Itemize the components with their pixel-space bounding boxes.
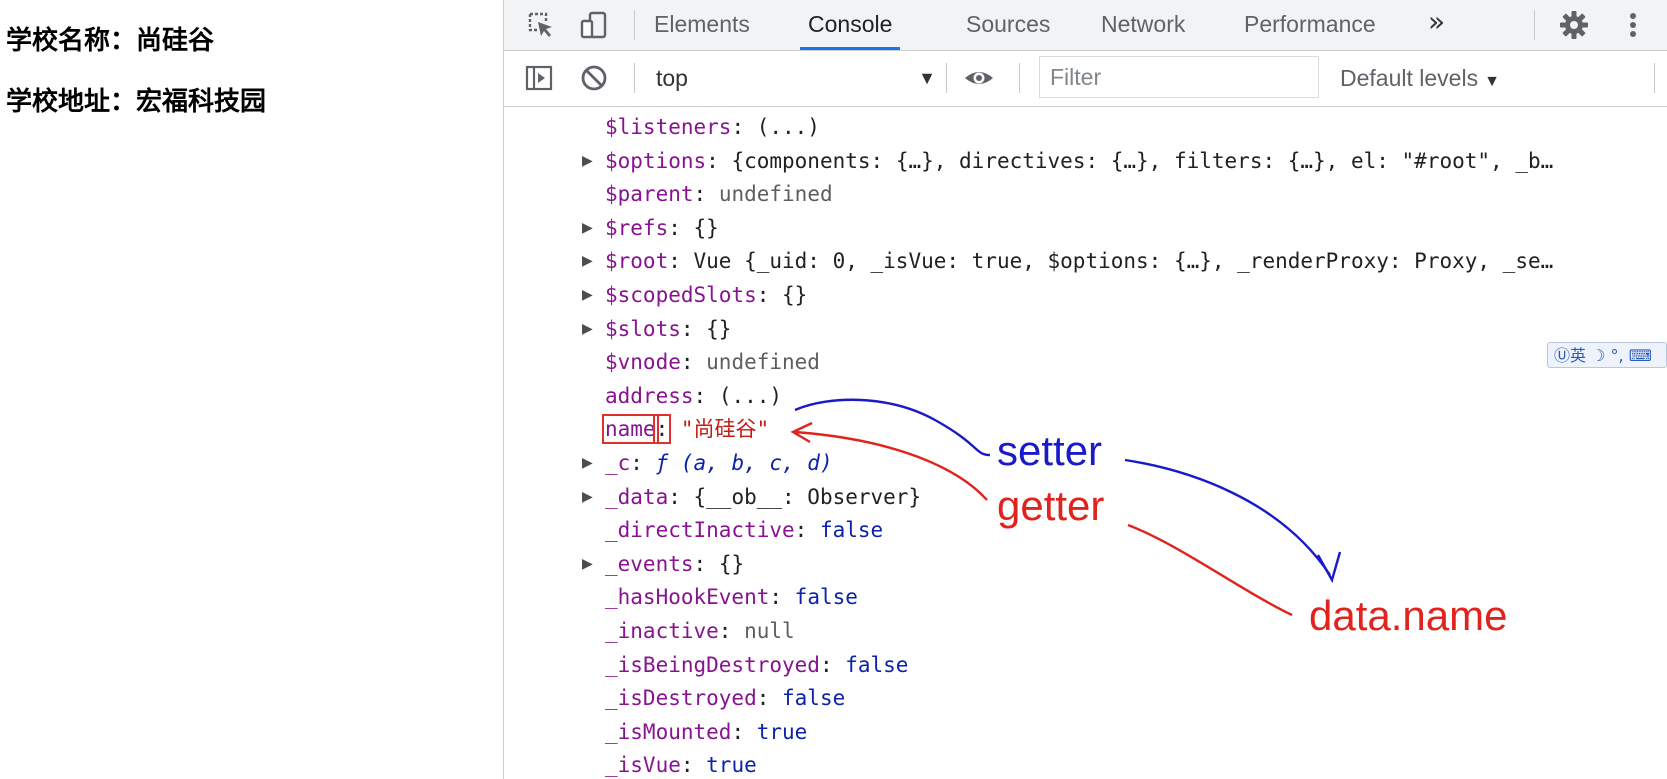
tab-console[interactable]: Console [799, 0, 901, 50]
toolbar-divider [946, 63, 947, 93]
expand-triangle-icon[interactable]: ▶ [582, 145, 593, 178]
property-value: {} [706, 316, 732, 341]
property-key: $slots [605, 316, 681, 341]
more-tabs-button[interactable]: » [1428, 0, 1445, 50]
property-key: _inactive [605, 619, 719, 643]
expand-triangle-icon[interactable]: ▶ [582, 481, 593, 514]
property-key: $refs [605, 215, 669, 240]
expand-triangle-icon[interactable]: ▶ [582, 212, 593, 245]
property-value: false [819, 518, 884, 543]
property-value: {} [693, 215, 719, 240]
property-key: _isMounted [605, 719, 732, 744]
inspect-element-icon[interactable] [524, 8, 558, 42]
log-levels-label: Default levels [1340, 65, 1479, 91]
tab-network[interactable]: Network [1097, 0, 1189, 50]
property-key: address [605, 383, 694, 408]
property-key-highlighted: name [602, 414, 659, 445]
property-value: undefined [718, 182, 833, 207]
property-value: false [794, 585, 858, 610]
property-value: undefined [706, 350, 820, 375]
execution-context-select[interactable]: top ▼ [656, 57, 946, 99]
property-key: _directInactive [605, 518, 795, 543]
toolbar-divider [1019, 63, 1020, 93]
expand-triangle-icon[interactable]: ▶ [582, 279, 593, 312]
property-key: $vnode [605, 350, 681, 375]
gear-icon[interactable] [1557, 8, 1591, 42]
property-key: $listeners [605, 115, 732, 139]
expand-triangle-icon[interactable]: ▶ [582, 548, 593, 581]
property-value: {__ob__: Observer} [693, 484, 922, 509]
data-name-annotation: data.name [1309, 592, 1508, 639]
dropdown-arrow-icon: ▼ [918, 68, 936, 88]
dropdown-arrow-icon: ▼ [1484, 73, 1500, 90]
property-key: _hasHookEvent [605, 585, 770, 610]
page-content: 学校名称：尚硅谷 学校地址：宏福科技园 [0, 0, 503, 779]
console-toolbar: top ▼ Default levels ▼ [504, 51, 1667, 107]
property-value[interactable]: (...) [757, 115, 820, 139]
kebab-menu-icon[interactable] [1616, 8, 1650, 42]
tab-elements[interactable]: Elements [650, 0, 754, 50]
log-levels-dropdown[interactable]: Default levels ▼ [1340, 57, 1500, 99]
setter-annotation: setter [997, 427, 1103, 474]
execution-context-value: top [656, 65, 688, 91]
property-value: {} [782, 283, 808, 307]
property-key: $options [605, 148, 707, 173]
devtools-tabbar: Elements Console Sources Network Perform… [504, 0, 1667, 51]
property-value: {} [718, 551, 745, 576]
ime-status-badge[interactable]: Ⓤ英 ☽ °, ⌨ [1547, 342, 1667, 368]
property-value: false [845, 652, 909, 677]
property-value: false [782, 686, 846, 711]
property-value[interactable]: (...) [719, 384, 782, 408]
property-value: ƒ (a, b, c, d) [655, 451, 833, 475]
property-key: _events [605, 551, 694, 576]
tab-performance[interactable]: Performance [1240, 0, 1380, 50]
show-sidebar-icon[interactable] [522, 61, 556, 95]
property-value: Vue {_uid: 0, _isVue: true, $options: {…… [693, 249, 1554, 274]
eye-icon[interactable] [962, 61, 996, 95]
property-key: $scopedSlots [605, 283, 757, 307]
property-value: true [756, 719, 808, 744]
devtools-panel: Elements Console Sources Network Perform… [503, 0, 1667, 779]
property-key: _data [605, 484, 669, 509]
property-value: {components: {…}, directives: {…}, filte… [731, 148, 1554, 173]
toolbar-divider [634, 63, 635, 93]
toolbar-divider [1534, 10, 1535, 40]
toolbar-divider [634, 10, 635, 40]
clear-console-icon[interactable] [577, 61, 611, 95]
school-address-text: 学校地址：宏福科技园 [6, 87, 267, 117]
property-key: _isBeingDestroyed [605, 652, 820, 677]
tab-sources[interactable]: Sources [962, 0, 1054, 50]
expand-triangle-icon[interactable]: ▶ [582, 447, 593, 480]
school-name-text: 学校名称：尚硅谷 [6, 26, 215, 56]
property-key: $parent [605, 182, 694, 207]
filter-input[interactable] [1039, 56, 1319, 98]
property-value: null [744, 619, 795, 643]
property-key: _c [605, 451, 631, 475]
toolbar-divider [1654, 63, 1655, 93]
property-key: _isDestroyed [605, 686, 757, 711]
expand-triangle-icon[interactable]: ▶ [582, 245, 593, 278]
device-toolbar-icon[interactable] [577, 8, 611, 42]
expand-triangle-icon[interactable]: ▶ [582, 313, 593, 346]
property-value: true [706, 753, 757, 778]
getter-annotation: getter [997, 482, 1105, 529]
property-key: $root [605, 249, 669, 274]
property-key: _isVue [605, 753, 681, 778]
property-value: "尚硅谷" [680, 417, 770, 442]
